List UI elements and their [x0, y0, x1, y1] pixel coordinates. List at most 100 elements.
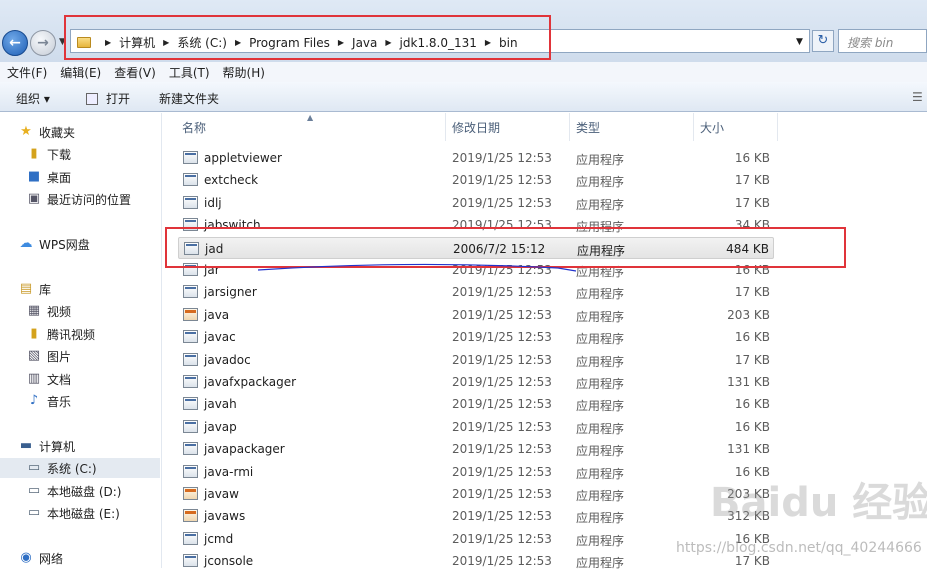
menu-file[interactable]: 文件(F) — [0, 62, 53, 82]
menu-view[interactable]: 查看(V) — [107, 62, 162, 82]
file-name: javadoc — [204, 352, 251, 367]
sidebar-item-label: 腾讯视频 — [47, 327, 96, 342]
sidebar-item-documents[interactable]: ▥ 文档 — [26, 369, 71, 389]
sidebar-item-label: 视频 — [47, 304, 72, 319]
sidebar-item-drive-c[interactable]: ▭ 系统 (C:) — [0, 458, 160, 478]
file-row[interactable]: javafxpackager 2019/1/25 12:53 应用程序 131 KB — [178, 371, 774, 393]
file-name: javapackager — [204, 442, 285, 457]
file-name: appletviewer — [204, 151, 282, 165]
sidebar-item-label: 本地磁盘 (E:) — [47, 506, 120, 521]
sidebar-item-library[interactable]: ▤ 库 — [18, 279, 51, 299]
file-size: 16 KB — [734, 419, 770, 434]
network-icon: ◉ — [20, 550, 32, 565]
file-size: 203 KB — [727, 307, 770, 322]
drive-icon: ▭ — [27, 505, 41, 520]
application-icon — [183, 285, 198, 299]
organize-button[interactable]: 组织 ▾ — [16, 90, 50, 107]
file-row[interactable]: javap 2019/1/25 12:53 应用程序 16 KB — [178, 416, 774, 438]
library-icon: ▤ — [19, 281, 33, 296]
back-button[interactable]: ← — [2, 30, 28, 56]
column-header-type[interactable]: 类型 — [570, 113, 694, 141]
forward-button[interactable]: → — [30, 30, 56, 56]
sidebar-item-drive-e[interactable]: ▭ 本地磁盘 (E:) — [26, 503, 120, 523]
sidebar-item-videos[interactable]: ▦ 视频 — [26, 301, 71, 321]
file-row[interactable]: java 2019/1/25 12:53 应用程序 203 KB — [178, 304, 774, 326]
sidebar-item-label: 文档 — [47, 372, 72, 387]
sidebar-item-label: 计算机 — [39, 439, 76, 454]
computer-icon: ▬ — [19, 438, 33, 453]
sidebar-item-desktop[interactable]: ■ 桌面 — [26, 167, 71, 187]
application-icon — [183, 307, 198, 321]
file-row[interactable]: javaws 2019/1/25 12:53 应用程序 312 KB — [178, 505, 774, 527]
star-icon: ★ — [20, 124, 32, 139]
file-name: javap — [204, 419, 237, 434]
file-row[interactable]: jarsigner 2019/1/25 12:53 应用程序 17 KB — [178, 281, 774, 303]
sidebar-item-downloads[interactable]: ▮ 下载 — [26, 144, 71, 164]
application-icon — [183, 509, 198, 523]
sidebar-item-network[interactable]: ◉ 网络 — [18, 548, 63, 568]
pictures-icon: ▧ — [27, 348, 41, 363]
navigation-pane: ★ 收藏夹 ▮ 下载 ■ 桌面 ▣ 最近访问的位置 ☁ WPS网盘 ▤ 库 ▦ 视频 ▮ 腾讯视… — [0, 113, 162, 568]
sidebar-item-tencent-video[interactable]: ▮ 腾讯视频 — [26, 324, 95, 344]
open-button[interactable]: 打开 — [86, 90, 130, 107]
sidebar-item-label: 桌面 — [47, 170, 72, 185]
file-type: 应用程序 — [576, 511, 625, 526]
application-icon — [183, 442, 198, 456]
application-icon — [183, 151, 198, 164]
file-row[interactable]: javapackager 2019/1/25 12:53 应用程序 131 KB — [178, 438, 774, 460]
column-header-size[interactable]: 大小 — [694, 113, 778, 141]
file-name: javac — [204, 330, 236, 345]
menu-tools[interactable]: 工具(T) — [162, 62, 216, 82]
view-options-icon[interactable]: ☰ — [912, 90, 923, 104]
sidebar-item-label: 下载 — [47, 147, 72, 162]
file-type: 应用程序 — [576, 175, 625, 190]
menu-help[interactable]: 帮助(H) — [216, 62, 271, 82]
file-name: java — [204, 307, 230, 322]
documents-icon: ▥ — [27, 371, 41, 386]
file-date: 2019/1/25 12:53 — [452, 330, 552, 345]
file-type: 应用程序 — [576, 489, 625, 503]
file-row[interactable]: javac 2019/1/25 12:53 应用程序 16 KB — [178, 326, 774, 348]
file-row[interactable]: javah 2019/1/25 12:53 应用程序 16 KB — [178, 393, 774, 415]
sidebar-item-favorites[interactable]: ★ 收藏夹 — [18, 122, 75, 142]
menu-edit[interactable]: 编辑(E) — [53, 62, 107, 82]
column-header-name[interactable]: 名称 — [176, 113, 446, 141]
file-row[interactable]: extcheck 2019/1/25 12:53 应用程序 17 KB — [178, 169, 774, 191]
sidebar-item-recent[interactable]: ▣ 最近访问的位置 — [26, 189, 131, 209]
column-header-date[interactable]: 修改日期 — [446, 113, 570, 141]
address-dropdown-icon[interactable]: ▼ — [796, 37, 803, 47]
file-row[interactable]: javaw 2019/1/25 12:53 应用程序 203 KB — [178, 483, 774, 505]
file-date: 2019/1/25 12:53 — [452, 487, 552, 501]
folder-icon: ▮ — [30, 326, 38, 341]
search-input[interactable]: 搜索 bin — [838, 29, 927, 53]
annotation-underline — [258, 263, 577, 272]
sidebar-item-wps[interactable]: ☁ WPS网盘 — [18, 234, 90, 254]
sidebar-item-computer[interactable]: ▬ 计算机 — [18, 436, 75, 456]
sidebar-item-pictures[interactable]: ▧ 图片 — [26, 346, 71, 366]
file-row[interactable]: appletviewer 2019/1/25 12:53 应用程序 16 KB — [178, 147, 774, 169]
file-date: 2019/1/25 12:53 — [452, 307, 552, 322]
file-row[interactable]: idlj 2019/1/25 12:53 应用程序 17 KB — [178, 192, 774, 214]
drive-icon: ▭ — [27, 460, 41, 475]
file-date: 2019/1/25 12:53 — [452, 419, 552, 434]
sidebar-item-music[interactable]: ♪ 音乐 — [26, 391, 71, 411]
file-type: 应用程序 — [576, 354, 625, 369]
file-row[interactable]: javadoc 2019/1/25 12:53 应用程序 17 KB — [178, 349, 774, 371]
watermark-url: https://blog.csdn.net/qq_40244666 — [676, 540, 922, 556]
file-date: 2019/1/25 12:53 — [452, 442, 552, 457]
file-name: javafxpackager — [204, 375, 297, 389]
music-icon: ♪ — [29, 393, 39, 408]
file-row[interactable]: java-rmi 2019/1/25 12:53 应用程序 16 KB — [178, 461, 774, 483]
new-folder-button[interactable]: 新建文件夹 — [159, 90, 219, 107]
file-size: 16 KB — [734, 151, 770, 165]
file-size: 17 KB — [734, 554, 770, 569]
file-type: 应用程序 — [576, 377, 625, 391]
file-type: 应用程序 — [576, 444, 625, 459]
sidebar-item-drive-d[interactable]: ▭ 本地磁盘 (D:) — [26, 481, 122, 501]
refresh-button[interactable]: ↻ — [812, 30, 834, 52]
sidebar-item-label: WPS网盘 — [39, 237, 90, 252]
desktop-icon: ■ — [27, 169, 41, 184]
application-icon — [183, 352, 198, 366]
file-type: 应用程序 — [576, 466, 625, 481]
file-date: 2019/1/25 12:53 — [452, 195, 552, 210]
